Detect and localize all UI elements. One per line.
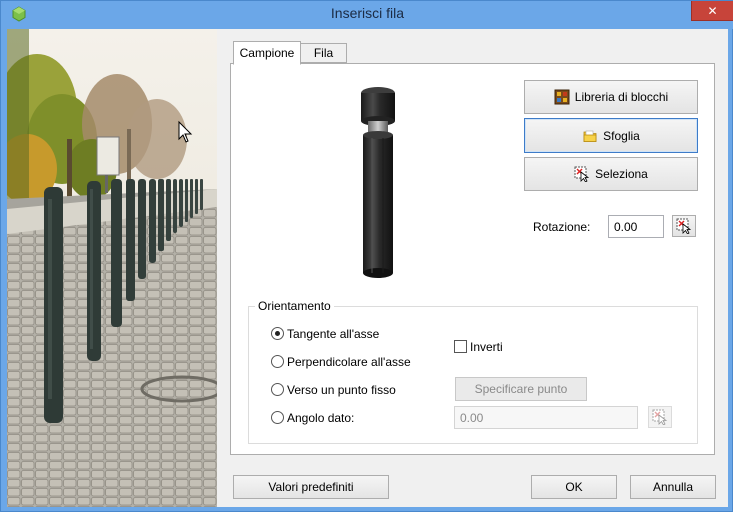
sample-photo (7, 29, 217, 507)
tab-fila-label: Fila (313, 46, 334, 60)
block-library-label: Libreria di blocchi (574, 90, 669, 104)
invert-label[interactable]: Inverti (470, 340, 503, 354)
cancel-label: Annulla (652, 480, 694, 494)
dialog-client-area: Campione Fila Libreria di blocchi Sfogli… (7, 29, 728, 507)
specify-point-label: Specificare punto (474, 382, 568, 396)
pick-angle-icon (652, 409, 668, 425)
block-library-button[interactable]: Libreria di blocchi (524, 80, 698, 114)
tab-campione-label: Campione (239, 46, 295, 60)
tab-campione[interactable]: Campione (233, 41, 301, 65)
radio-given-angle-label[interactable]: Angolo dato: (287, 411, 354, 425)
title-bar[interactable]: Inserisci fila ✕ (1, 1, 733, 29)
angle-input[interactable]: 0.00 (454, 406, 638, 429)
radio-given-angle[interactable] (271, 411, 284, 424)
select-button[interactable]: Seleziona (524, 157, 698, 191)
radio-fixed-point[interactable] (271, 383, 284, 396)
browse-label: Sfoglia (603, 128, 640, 143)
invert-checkbox[interactable] (454, 340, 467, 353)
radio-tangent-label[interactable]: Tangente all'asse (287, 327, 379, 341)
select-label: Seleziona (595, 167, 648, 181)
orientation-group-title: Orientamento (255, 299, 334, 313)
rotation-pick-button[interactable] (672, 215, 696, 237)
folder-icon (583, 130, 597, 142)
radio-fixed-point-label[interactable]: Verso un punto fisso (287, 383, 396, 397)
block-library-icon (554, 89, 570, 105)
rotation-input[interactable]: 0.00 (608, 215, 664, 238)
radio-tangent[interactable] (271, 327, 284, 340)
angle-pick-button[interactable] (648, 406, 672, 428)
defaults-button[interactable]: Valori predefiniti (233, 475, 389, 499)
browse-button[interactable]: Sfoglia (524, 118, 698, 153)
dialog-window: Inserisci fila ✕ Campione Fila Libreria … (0, 0, 733, 512)
radio-perpendicular[interactable] (271, 355, 284, 368)
pick-angle-icon (676, 218, 692, 234)
radio-perpendicular-label[interactable]: Perpendicolare all'asse (287, 355, 411, 369)
close-button[interactable]: ✕ (691, 1, 733, 21)
rotation-label: Rotazione: (533, 220, 591, 234)
defaults-label: Valori predefiniti (268, 480, 354, 494)
cancel-button[interactable]: Annulla (630, 475, 716, 499)
tab-fila[interactable]: Fila (300, 43, 347, 63)
ok-button[interactable]: OK (531, 475, 617, 499)
close-icon: ✕ (707, 3, 718, 18)
window-title: Inserisci fila (330, 5, 405, 21)
block-preview (361, 87, 395, 278)
specify-point-button[interactable]: Specificare punto (455, 377, 587, 401)
ok-label: OK (565, 480, 583, 494)
select-pick-icon (574, 166, 590, 182)
